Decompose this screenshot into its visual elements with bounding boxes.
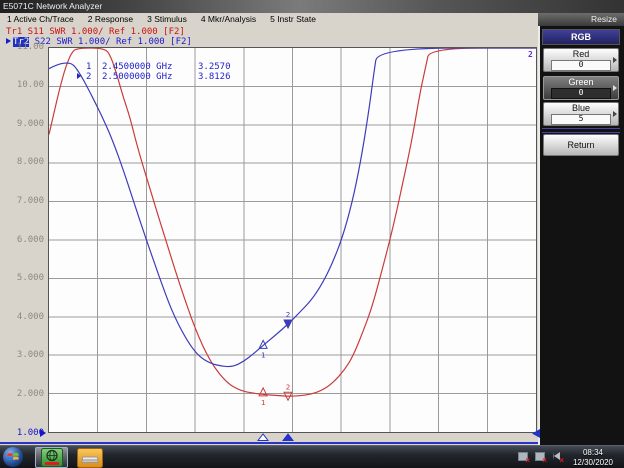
plot-area[interactable]: 21122 [48,47,537,433]
system-tray: × × × [517,451,564,465]
windows-start-button[interactable] [3,447,23,467]
trace2-end-label: 2 [528,50,533,59]
softkey-green-label: Green [568,77,594,87]
network-analyzer-window: E5071C Network Analyzer 1 Active Ch/Trac… [0,0,624,468]
marker1-readout: 1 2.4500000 GHz 3.2570 [86,62,231,72]
softkey-green-value: 0 [551,88,611,99]
marker2-tr1-label: 2 [286,382,291,391]
softkey-blue[interactable]: Blue 5 [543,102,619,126]
marker1-number: 1 [86,62,92,72]
taskbar-clock[interactable]: 08:34 12/30/2020 [565,448,621,467]
softkey-panel: RGB Red 0 Green 0 Blue 5 Return [540,26,624,445]
softkey-blue-value: 5 [551,114,611,125]
y-tick-label: 10.00 [16,80,44,91]
title-bar: E5071C Network Analyzer [0,0,624,13]
taskbar-app-disk[interactable] [72,447,108,468]
softkey-blue-label: Blue [571,103,590,113]
stimulus-marker1-triangle-icon[interactable] [256,433,270,441]
menu-resize[interactable]: Resize [538,13,624,26]
trace1-name: Tr1 [6,27,23,37]
softkey-red[interactable]: Red 0 [543,48,619,72]
network-analyzer-app-icon [40,448,63,467]
menu-bar: 1 Active Ch/Trace 2 Response 3 Stimulus … [0,13,538,26]
marker1-value: 3.2570 [198,62,231,72]
y-tick-label: 9.000 [16,118,44,129]
chevron-right-icon [613,111,617,117]
y-tick-label: 2.000 [16,388,44,399]
tray-device-error-icon[interactable]: × [517,451,530,465]
y-tick-label: 1.000 [16,427,44,438]
marker2-value: 3.8126 [198,71,231,82]
y-tick-label: 8.000 [16,157,44,168]
menu-instr-state[interactable]: 5 Instr State [263,13,323,26]
chevron-right-icon [613,57,617,63]
sweep-indicator-icon [532,429,540,438]
window-title: E5071C Network Analyzer [3,1,103,11]
softkey-return[interactable]: Return [543,134,619,156]
menu-mkr-analysis[interactable]: 4 Mkr/Analysis [194,13,263,26]
clock-date: 12/30/2020 [572,457,614,467]
marker1-frequency: 2.4500000 GHz [102,62,173,72]
y-tick-label: 7.000 [16,195,44,206]
tray-volume-muted-icon[interactable]: × [551,451,564,465]
softkey-red-label: Red [572,49,590,59]
marker2-readout: 2 2.5000000 GHz 3.8126 [77,71,231,82]
softkey-return-label: Return [567,140,595,150]
menu-stimulus[interactable]: 3 Stimulus [140,13,194,26]
clock-time: 08:34 [582,448,604,457]
softkey-red-value: 0 [551,60,611,71]
instrument-screen: Tr1 S11 SWR 1.000/ Ref 1.000 [F2] Tr2 S2… [0,26,540,445]
active-marker-arrow-icon [77,72,81,79]
chevron-right-icon [613,85,617,91]
marker2-tr2-label: 2 [286,310,291,319]
y-tick-label: 3.000 [16,350,44,361]
screen-bottom-divider [0,442,538,444]
stimulus-marker2-triangle-icon[interactable] [281,433,295,441]
softkey-green[interactable]: Green 0 [543,76,619,100]
softkey-separator [542,128,620,133]
y-tick-label: 11.00 [16,41,44,52]
marker2-frequency: 2.5000000 GHz [102,71,173,82]
y-tick-label: 5.000 [16,273,44,284]
windows-logo-icon [7,452,19,461]
ref-level-arrow-icon [40,429,46,437]
marker2-number: 2 [86,71,92,82]
disk-drive-app-icon [77,447,103,468]
marker1-tr2-label: 1 [261,350,266,359]
menu-response[interactable]: 2 Response [81,13,140,26]
trace1-status-row[interactable]: Tr1 S11 SWR 1.000/ Ref 1.000 [F2] [6,27,185,37]
trace2-params: S22 SWR 1.000/ Ref 1.000 [F2] [29,36,192,47]
softkey-group-header: RGB [542,29,620,45]
menu-active-ch-trace[interactable]: 1 Active Ch/Trace [0,13,81,26]
marker1-tr1-label: 1 [261,398,266,407]
trace1-params: S11 SWR 1.000/ Ref 1.000 [F2] [22,27,185,37]
swr-chart: 21122 [49,48,536,432]
y-tick-label: 4.000 [16,311,44,322]
tray-network-error-icon[interactable]: × [534,451,547,465]
taskbar-app-network-analyzer[interactable] [35,447,68,468]
taskbar: × × × 08:34 12/30/2020 [0,445,624,468]
grid-lines [49,48,536,432]
y-tick-label: 6.000 [16,234,44,245]
